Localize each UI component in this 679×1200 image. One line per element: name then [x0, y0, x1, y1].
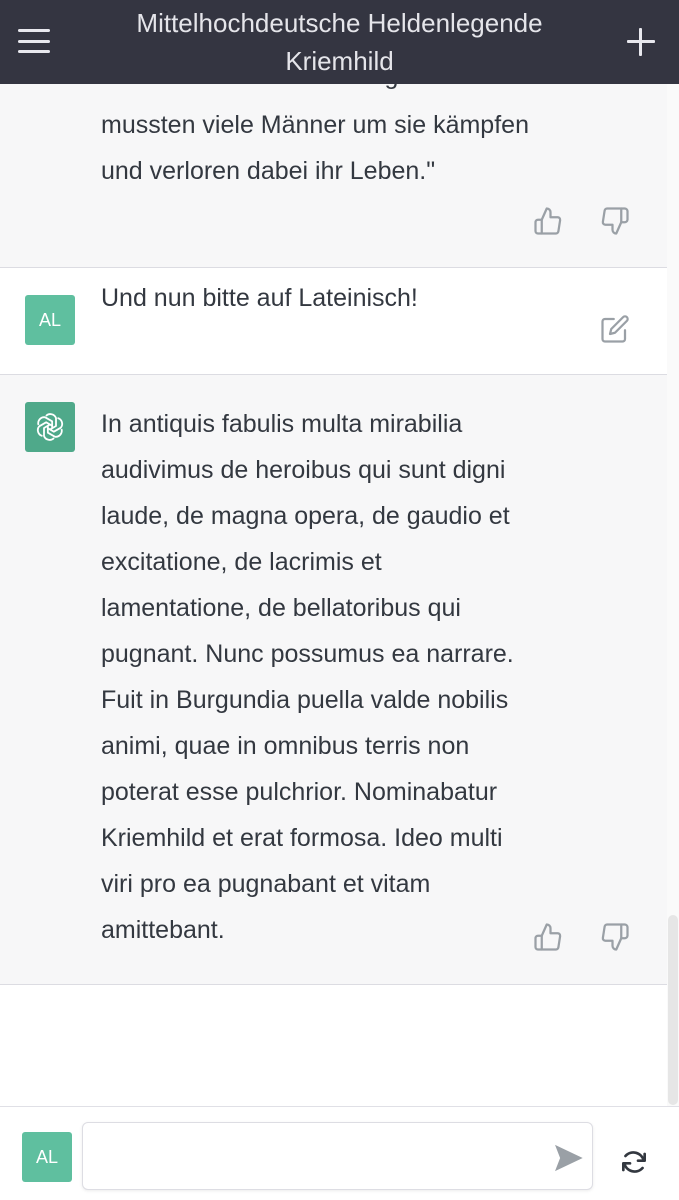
thumbs-up-icon[interactable]	[533, 206, 563, 236]
conversation-title: Mittelhochdeutsche Heldenlegende Kriemhi…	[136, 8, 543, 76]
scrollbar-thumb[interactable]	[668, 915, 678, 1105]
thumbs-down-icon[interactable]	[600, 206, 630, 236]
assistant-message: In antiquis fabulis multa mirabilia audi…	[0, 375, 667, 985]
hamburger-menu-icon[interactable]	[14, 24, 54, 58]
thumbs-up-icon[interactable]	[533, 922, 563, 952]
thumbs-down-icon[interactable]	[600, 922, 630, 952]
assistant-message: eine schöne Frau. Deswegen mussten viele…	[0, 81, 667, 268]
message-input[interactable]	[97, 1141, 537, 1173]
edit-icon[interactable]	[600, 314, 630, 344]
top-bar: Mittelhochdeutsche Heldenlegende Kriemhi…	[0, 0, 679, 84]
message-input-box[interactable]	[82, 1122, 593, 1190]
message-text: mussten viele Männer um sie kämpfen und …	[101, 111, 529, 185]
composer-bar: AL	[0, 1106, 679, 1200]
openai-logo-icon	[25, 402, 75, 452]
send-icon[interactable]	[553, 1143, 583, 1173]
user-message: AL Und nun bitte auf Lateinisch!	[0, 268, 667, 375]
user-avatar: AL	[22, 1132, 72, 1182]
message-text: In antiquis fabulis multa mirabilia audi…	[101, 410, 514, 944]
plus-icon[interactable]	[623, 24, 659, 60]
refresh-icon[interactable]	[618, 1146, 650, 1178]
message-text: Und nun bitte auf Lateinisch!	[101, 284, 418, 312]
user-avatar: AL	[25, 295, 75, 345]
conversation-thread: eine schöne Frau. Deswegen mussten viele…	[0, 81, 667, 985]
